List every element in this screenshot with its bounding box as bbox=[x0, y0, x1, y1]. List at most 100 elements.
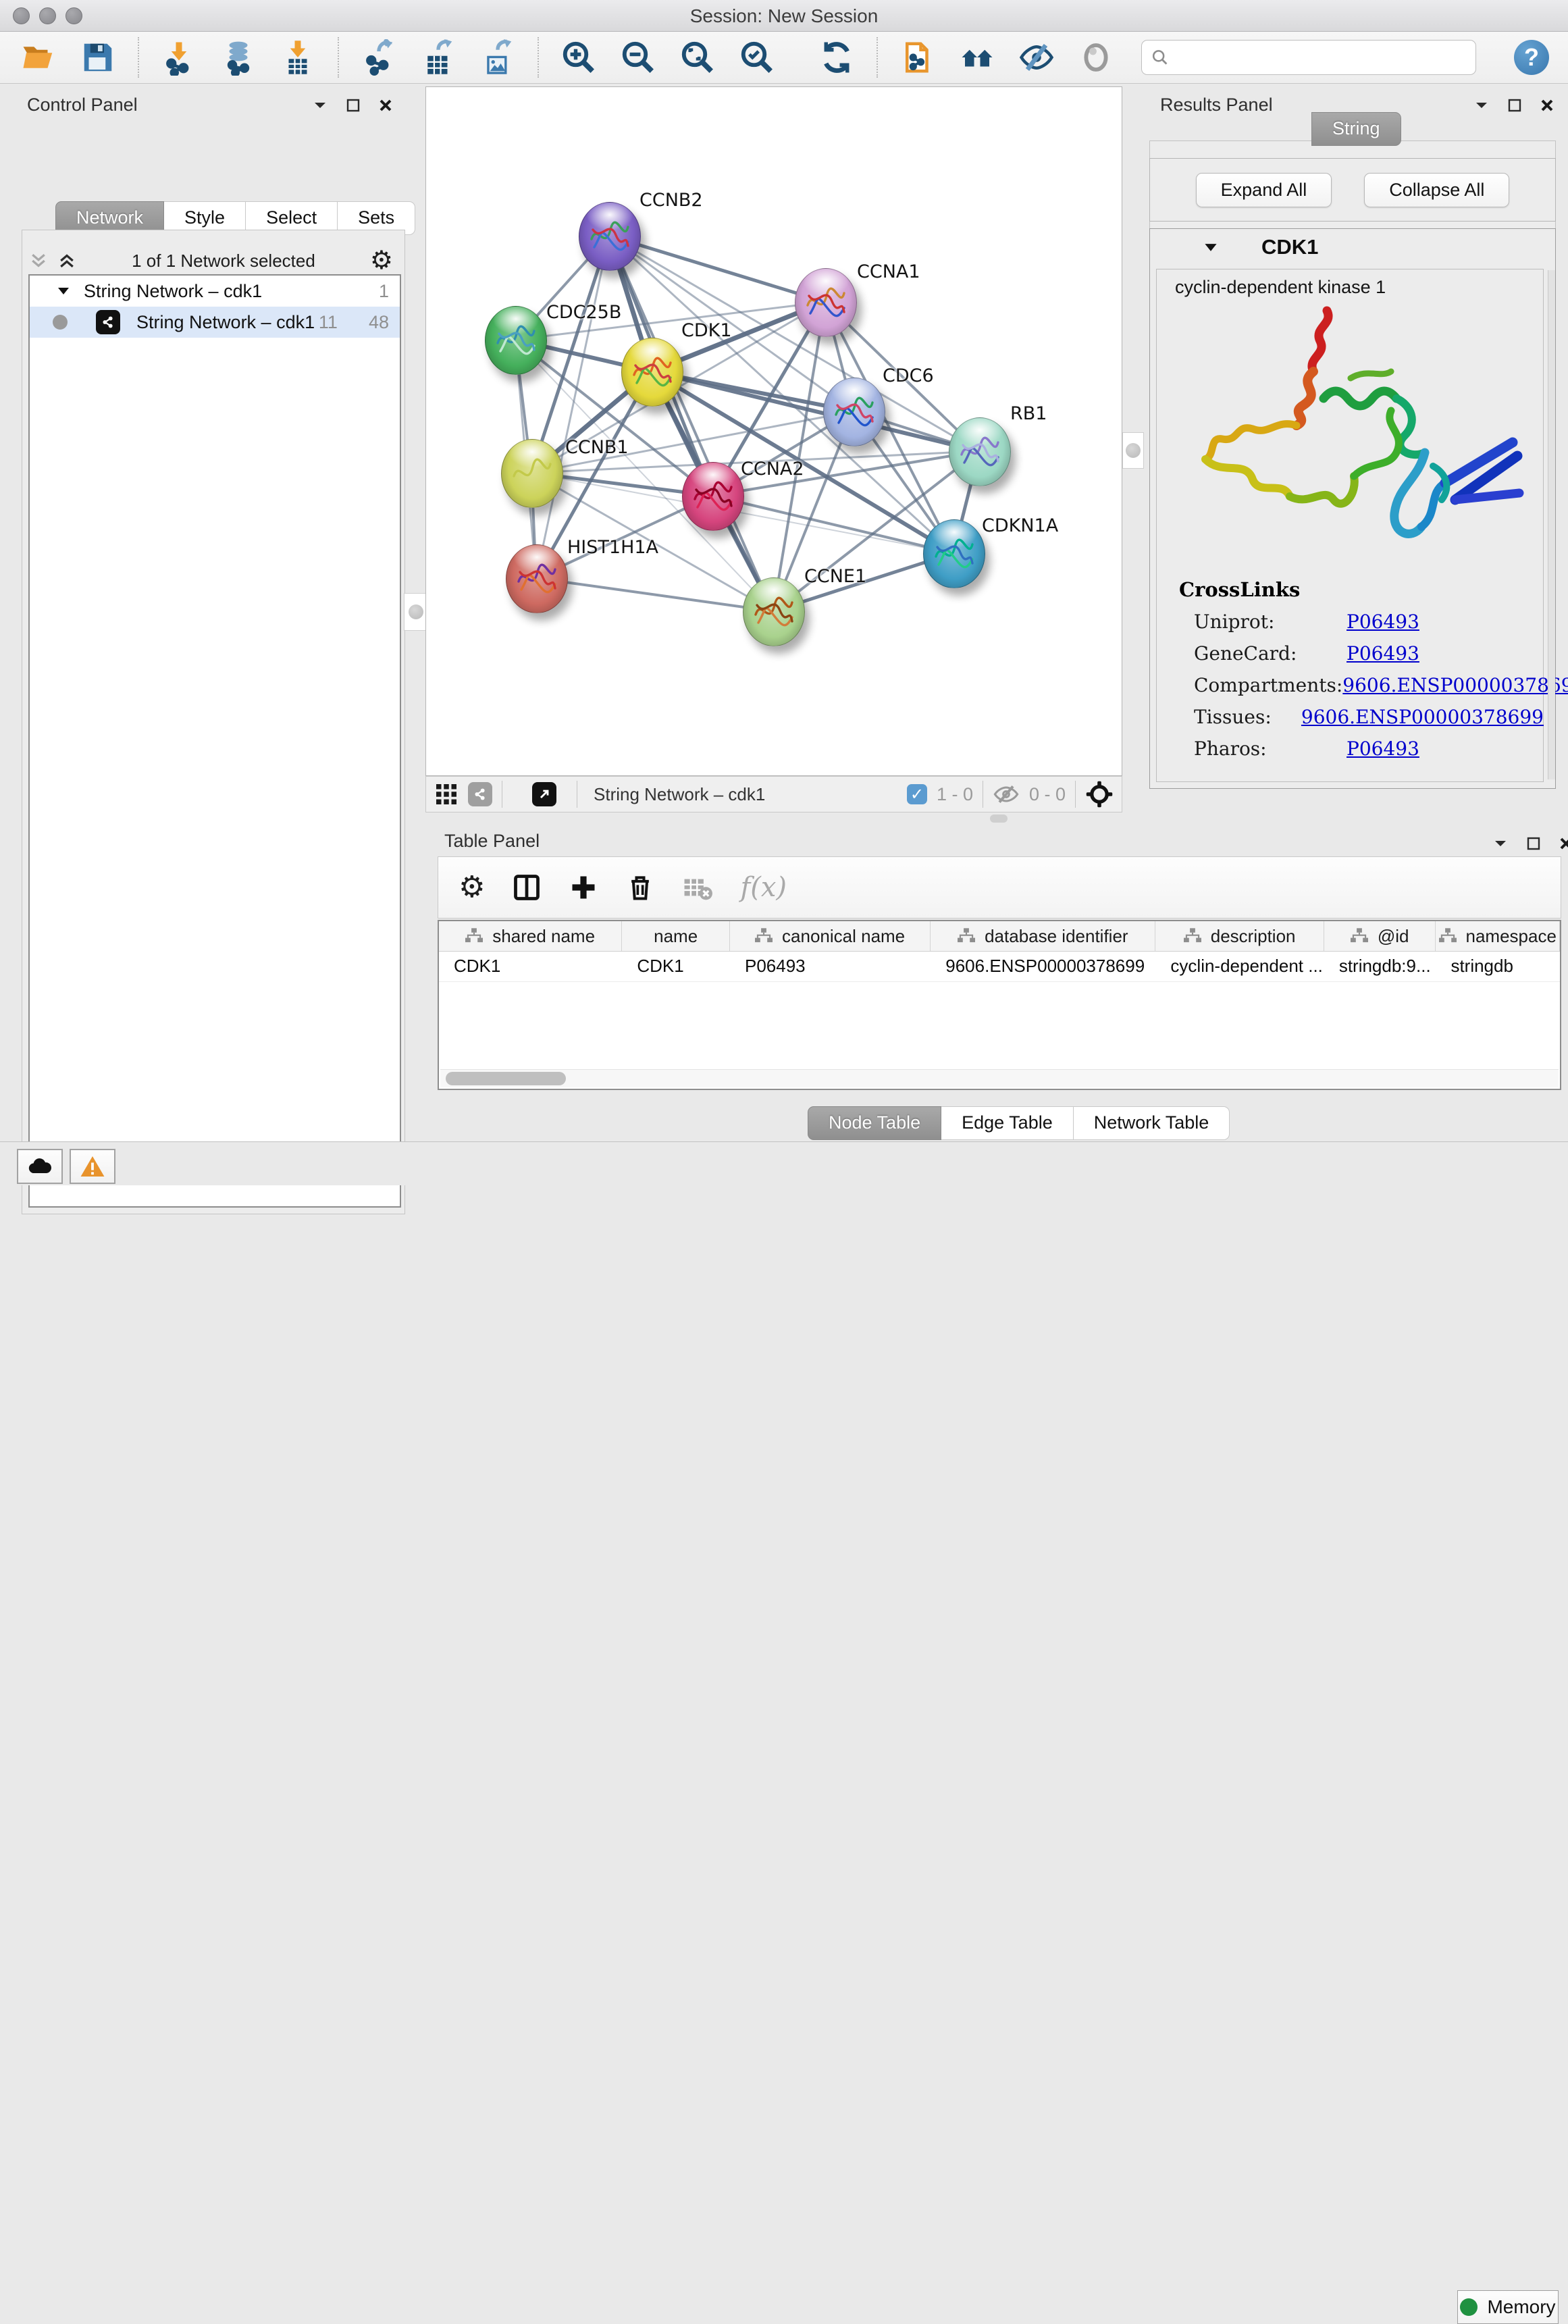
table-cell[interactable]: CDK1 bbox=[622, 952, 730, 981]
column-header-canonicalname[interactable]: canonical name bbox=[730, 921, 931, 951]
network-canvas[interactable]: CCNB2CCNA1CDC25BCDK1CDC6RB1CCNB1CCNA2CDK… bbox=[425, 86, 1122, 776]
node-table[interactable]: shared namenamecanonical namedatabase id… bbox=[438, 920, 1561, 1090]
network-node-cdc25b[interactable] bbox=[485, 306, 547, 375]
column-header-namespace[interactable]: namespace bbox=[1436, 921, 1560, 951]
network-view-share-icon[interactable] bbox=[468, 782, 492, 806]
grid-view-icon[interactable] bbox=[434, 782, 459, 806]
network-row-selected[interactable]: String Network – cdk1 11 48 bbox=[30, 307, 400, 338]
collapse-section-icon[interactable] bbox=[1203, 242, 1218, 253]
node-label: CDKN1A bbox=[982, 515, 1058, 536]
panel-menu-icon[interactable] bbox=[1492, 838, 1509, 849]
column-header-id[interactable]: @id bbox=[1324, 921, 1436, 951]
zoom-out-icon[interactable] bbox=[619, 38, 658, 77]
network-node-ccnb2[interactable] bbox=[579, 202, 641, 271]
help-button[interactable]: ? bbox=[1514, 40, 1549, 75]
horizontal-splitter-handle[interactable] bbox=[990, 815, 1008, 823]
table-hscrollbar-thumb[interactable] bbox=[446, 1072, 566, 1085]
table-hscrollbar-track[interactable] bbox=[440, 1069, 1559, 1087]
table-cell[interactable]: 9606.ENSP00000378699 bbox=[931, 952, 1155, 981]
network-node-cdkn1a[interactable] bbox=[923, 519, 985, 588]
search-input[interactable] bbox=[1176, 47, 1466, 69]
table-cell[interactable]: stringdb:9... bbox=[1324, 952, 1436, 981]
close-panel-icon[interactable] bbox=[1540, 98, 1554, 113]
left-splitter-handle[interactable] bbox=[404, 593, 428, 631]
minimize-window-button[interactable] bbox=[39, 7, 56, 24]
tree-expand-icon[interactable] bbox=[57, 286, 70, 296]
save-session-icon[interactable] bbox=[78, 38, 117, 77]
expand-all-button[interactable]: Expand All bbox=[1196, 173, 1332, 207]
tab-network-table[interactable]: Network Table bbox=[1074, 1106, 1230, 1140]
table-cell[interactable]: cyclin-dependent ... bbox=[1155, 952, 1324, 981]
protein-header[interactable]: CDK1 bbox=[1149, 228, 1554, 266]
expand-all-icon[interactable] bbox=[57, 251, 77, 271]
export-image-icon[interactable] bbox=[478, 38, 517, 77]
function-builder-icon[interactable]: f(x) bbox=[740, 872, 787, 903]
export-table-icon[interactable] bbox=[419, 38, 458, 77]
hidden-eye-icon[interactable] bbox=[993, 783, 1020, 806]
birds-eye-navigator-icon[interactable] bbox=[1085, 780, 1114, 808]
table-options-gear-icon[interactable]: ⚙ bbox=[459, 873, 485, 902]
selected-checkbox-icon[interactable]: ✓ bbox=[907, 784, 927, 804]
close-window-button[interactable] bbox=[13, 7, 30, 24]
crosslink-link[interactable]: 9606.ENSP00000378699 bbox=[1301, 706, 1544, 728]
network-node-ccnb1[interactable] bbox=[501, 439, 563, 508]
tab-string[interactable]: String bbox=[1311, 112, 1401, 146]
results-scrollbar-track[interactable] bbox=[1548, 270, 1555, 779]
search-field[interactable] bbox=[1141, 40, 1476, 75]
network-node-ccne1[interactable] bbox=[743, 577, 805, 646]
memory-button[interactable]: Memory bbox=[1457, 2290, 1559, 2324]
import-network-database-icon[interactable] bbox=[219, 38, 258, 77]
network-node-rb1[interactable] bbox=[949, 417, 1011, 486]
table-row[interactable]: CDK1CDK1P064939606.ENSP00000378699cyclin… bbox=[439, 952, 1560, 982]
share-session-file-icon[interactable] bbox=[898, 38, 937, 77]
table-cell[interactable]: CDK1 bbox=[439, 952, 622, 981]
network-node-ccna1[interactable] bbox=[795, 268, 857, 337]
zoom-selected-icon[interactable] bbox=[737, 38, 777, 77]
delete-table-icon[interactable] bbox=[682, 874, 713, 901]
hide-panels-eye-icon[interactable] bbox=[1017, 38, 1056, 77]
close-panel-icon[interactable] bbox=[378, 98, 393, 113]
float-panel-icon[interactable] bbox=[1526, 836, 1541, 851]
column-header-sharedname[interactable]: shared name bbox=[439, 921, 622, 951]
tab-node-table[interactable]: Node Table bbox=[808, 1106, 941, 1140]
network-node-cdk1[interactable] bbox=[621, 338, 683, 407]
panel-menu-icon[interactable] bbox=[1473, 100, 1490, 111]
float-panel-icon[interactable] bbox=[346, 98, 361, 113]
crosslink-link[interactable]: P06493 bbox=[1347, 738, 1419, 760]
tab-edge-table[interactable]: Edge Table bbox=[941, 1106, 1074, 1140]
refresh-icon[interactable] bbox=[817, 38, 856, 77]
column-header-name[interactable]: name bbox=[622, 921, 730, 951]
close-panel-icon[interactable] bbox=[1559, 836, 1568, 851]
network-node-hist1h1a[interactable] bbox=[506, 544, 568, 613]
crosslink-link[interactable]: P06493 bbox=[1347, 642, 1419, 665]
import-network-file-icon[interactable] bbox=[159, 38, 199, 77]
home-network-icon[interactable] bbox=[958, 38, 997, 77]
delete-column-icon[interactable] bbox=[625, 873, 655, 902]
add-column-icon[interactable] bbox=[569, 873, 598, 902]
collapse-all-icon[interactable] bbox=[28, 251, 49, 271]
zoom-window-button[interactable] bbox=[66, 7, 82, 24]
network-node-cdc6[interactable] bbox=[823, 378, 885, 446]
table-cell[interactable]: stringdb bbox=[1436, 952, 1560, 981]
network-node-ccna2[interactable] bbox=[682, 462, 744, 531]
column-header-description[interactable]: description bbox=[1155, 921, 1324, 951]
zoom-fit-icon[interactable] bbox=[678, 38, 717, 77]
show-panels-eye-icon[interactable] bbox=[1076, 38, 1116, 77]
show-columns-icon[interactable] bbox=[512, 873, 542, 902]
panel-menu-icon[interactable] bbox=[312, 100, 328, 111]
open-session-icon[interactable] bbox=[19, 38, 58, 77]
export-network-icon[interactable] bbox=[359, 38, 398, 77]
import-table-file-icon[interactable] bbox=[278, 38, 317, 77]
cloud-status-button[interactable] bbox=[17, 1149, 63, 1184]
float-panel-icon[interactable] bbox=[1507, 98, 1522, 113]
crosslink-link[interactable]: P06493 bbox=[1347, 611, 1419, 633]
detach-view-icon[interactable] bbox=[532, 782, 556, 806]
table-cell[interactable]: P06493 bbox=[730, 952, 931, 981]
network-options-gear-icon[interactable]: ⚙ bbox=[370, 248, 393, 274]
crosslink-link[interactable]: 9606.ENSP00000378699 bbox=[1342, 674, 1568, 696]
zoom-in-icon[interactable] bbox=[559, 38, 598, 77]
network-collection-row[interactable]: String Network – cdk1 1 bbox=[30, 276, 400, 307]
collapse-all-button[interactable]: Collapse All bbox=[1364, 173, 1509, 207]
warning-status-button[interactable] bbox=[70, 1149, 115, 1184]
column-header-databaseidentifier[interactable]: database identifier bbox=[931, 921, 1155, 951]
